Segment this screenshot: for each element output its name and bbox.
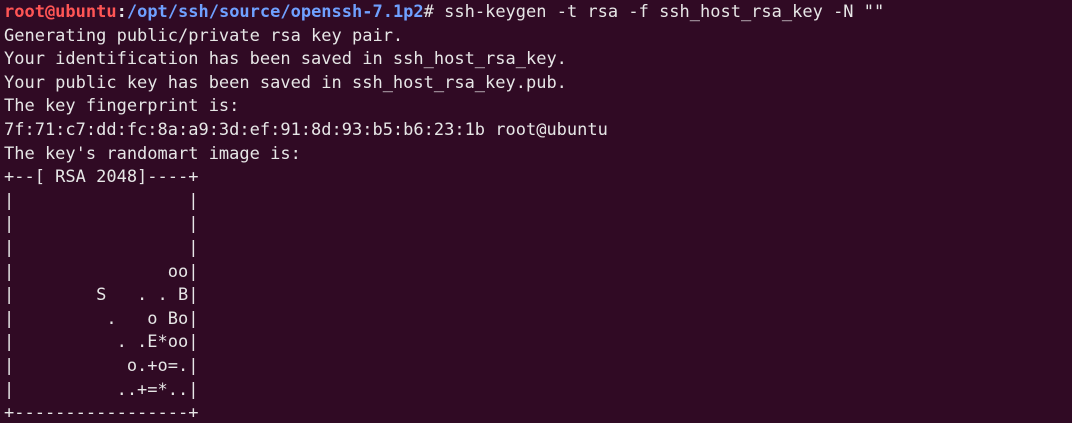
output-line-generating: Generating public/private rsa key pair. [4, 25, 404, 46]
output-line-fingerprint: 7f:71:c7:dd:fc:8a:a9:3d:ef:91:8d:93:b5:b… [4, 119, 608, 140]
output-line-public-key: Your public key has been saved in ssh_ho… [4, 72, 567, 93]
randomart-row: | o.+o=.| [4, 355, 199, 376]
output-line-identification: Your identification has been saved in ss… [4, 49, 567, 70]
randomart-bottom-border: +-----------------+ [4, 403, 199, 423]
prompt-symbol: # [423, 2, 445, 22]
terminal-window[interactable]: root@ubuntu:/opt/ssh/source/openssh-7.1p… [0, 0, 1072, 423]
randomart-row: | | [4, 214, 199, 235]
randomart-row: | | [4, 237, 199, 258]
randomart-row: | . o Bo| [4, 308, 199, 329]
randomart-row: | ..+=*..| [4, 379, 199, 400]
randomart-row: | S . . B| [4, 285, 199, 306]
randomart-row: | | [4, 190, 199, 211]
prompt-user-host: root@ubuntu [4, 2, 117, 22]
prompt-line: root@ubuntu:/opt/ssh/source/openssh-7.1p… [4, 1, 1072, 25]
randomart-row: | oo| [4, 261, 199, 282]
prompt-path: /opt/ssh/source/openssh-7.1p2 [126, 2, 424, 22]
randomart-row: | . .E*oo| [4, 332, 199, 353]
output-line-randomart-label: The key's randomart image is: [4, 143, 301, 164]
prompt-separator: : [116, 2, 127, 22]
randomart-top-border: +--[ RSA 2048]----+ [4, 167, 199, 188]
command-text: ssh-keygen -t rsa -f ssh_host_rsa_key -N… [444, 2, 885, 22]
output-line-fingerprint-label: The key fingerprint is: [4, 96, 240, 117]
